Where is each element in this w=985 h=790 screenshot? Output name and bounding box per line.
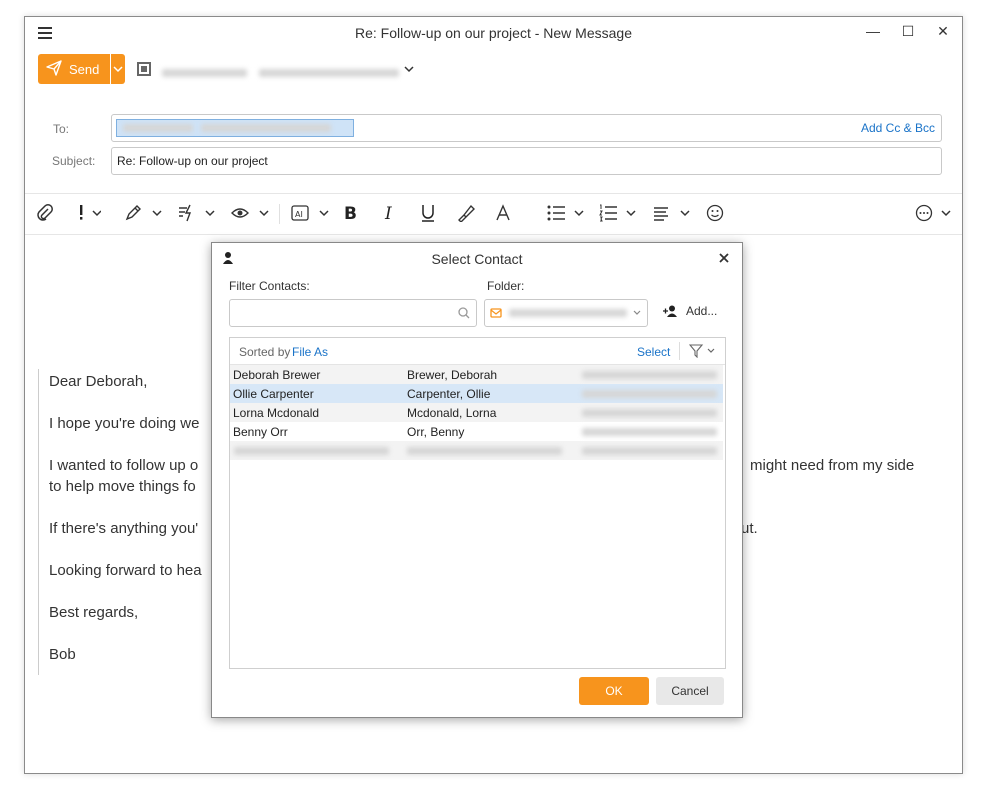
folder-icon [490,308,502,318]
paragraph: to help move things fo [49,478,196,495]
contact-file-as: Mcdonald, Lorna [407,406,497,420]
paragraph: Best regards, [49,604,139,621]
to-label: To: [53,122,70,136]
maximize-button[interactable]: ☐ [898,23,918,40]
from-account[interactable] [162,64,400,82]
select-link[interactable]: Select [637,345,670,359]
add-user-icon [663,305,677,317]
send-label: Send [69,62,100,77]
from-account-icon [137,62,151,76]
subject-field[interactable]: Re: Follow-up on our project [111,147,942,175]
chevron-down-icon [633,310,641,315]
paragraph-fragment: ut. [741,520,758,537]
table-row-selected[interactable]: Ollie Carpenter Carpenter, Ollie [230,384,723,403]
subject-label: Subject: [52,154,96,168]
contact-name: Ollie Carpenter [233,387,314,401]
contact-name: Lorna Mcdonald [233,406,320,420]
paragraph: Dear Deborah, [49,373,148,390]
select-contact-dialog: Select Contact Filter Contacts: Folder: … [211,242,743,718]
contact-file-as: Orr, Benny [407,425,465,439]
svg-text:B: B [344,204,357,222]
paragraph: I wanted to follow up o [49,457,199,474]
contact-list[interactable]: Sorted by File As Select Deborah Brewer … [229,337,726,669]
paragraph-fragment: might need from my side [750,457,915,474]
sorted-by-label: Sorted by [239,345,291,359]
paragraph: Looking forward to hea [49,562,202,579]
table-row[interactable]: Lorna Mcdonald Mcdonald, Lorna [230,403,723,422]
send-icon [46,60,62,79]
svg-text:I: I [384,204,392,222]
add-contact-label: Add... [686,304,718,318]
table-row[interactable]: Benny Orr Orr, Benny [230,422,723,441]
add-cc-bcc-link[interactable]: Add Cc & Bcc [861,121,935,135]
contact-file-as: Brewer, Deborah [407,368,498,382]
paragraph: If there's anything you' [49,520,199,537]
paragraph: Bob [49,646,76,663]
quote-bar [38,369,42,675]
sort-field-link[interactable]: File As [292,345,328,359]
title-bar: Re: Follow-up on our project - New Messa… [25,17,962,49]
search-icon [458,307,470,319]
close-icon[interactable] [719,253,729,263]
contact-file-as: Carpenter, Ollie [407,387,491,401]
filter-icon[interactable] [689,344,719,358]
formatting-toolbar: AI B I [25,193,962,235]
to-field[interactable]: Add Cc & Bcc [111,114,942,142]
ok-button[interactable]: OK [579,677,649,705]
subject-value: Re: Follow-up on our project [117,154,268,168]
filter-contacts-input[interactable] [229,299,477,327]
filter-label: Filter Contacts: [229,279,310,293]
table-row-redacted[interactable] [230,441,723,460]
chevron-down-icon [113,66,123,73]
close-button[interactable]: ✕ [933,23,953,40]
folder-label: Folder: [487,279,525,293]
contact-name: Benny Orr [233,425,288,439]
send-button[interactable]: Send [38,54,110,84]
paragraph: I hope you're doing we [49,415,200,432]
folder-select[interactable] [484,299,648,327]
table-row[interactable]: Deborah Brewer Brewer, Deborah [230,365,723,384]
dialog-title: Select Contact [431,251,523,267]
contact-name: Deborah Brewer [233,368,321,382]
cancel-button[interactable]: Cancel [656,677,724,705]
from-chevron-icon[interactable] [404,65,414,73]
svg-text:AI: AI [295,210,303,219]
recipient-chip[interactable] [116,119,354,137]
window-title: Re: Follow-up on our project - New Messa… [354,25,632,41]
send-options-button[interactable] [111,54,125,84]
minimize-button[interactable]: — [863,23,883,39]
list-header: Sorted by File As Select [230,338,725,365]
